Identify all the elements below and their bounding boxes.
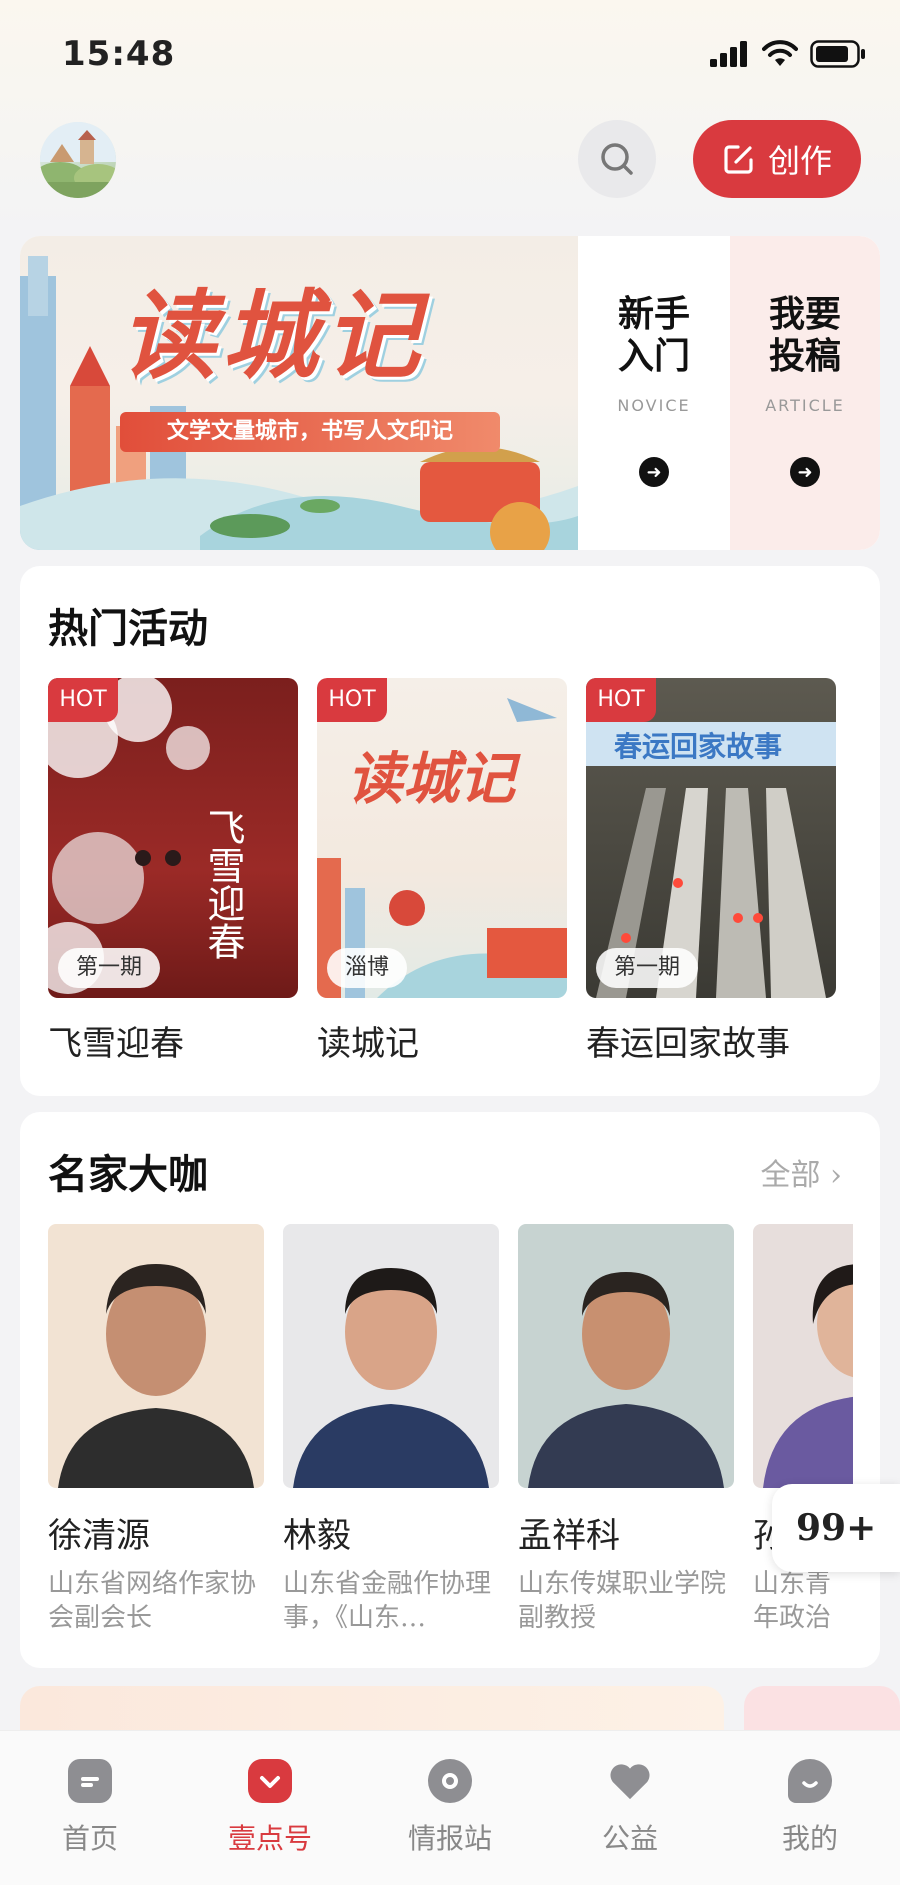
wifi-icon (762, 40, 798, 66)
master-name: 孟祥科 (518, 1516, 620, 1556)
portrait (763, 1264, 853, 1488)
signal-icon (710, 41, 747, 67)
banner-image[interactable]: 读城记 文学文量城市，书写人文印记 (20, 236, 578, 550)
master-desc: 山东省网络作家协会副会长 (48, 1569, 257, 1633)
section-title: 名家大咖 (48, 1151, 208, 1198)
novice-subtitle: NOVICE (617, 396, 691, 415)
chevron-right-icon: › (830, 1158, 842, 1193)
master-card[interactable]: 孙 山东青年政治学院文化传 (753, 1224, 853, 1635)
tab-label: 首页 (61, 1822, 118, 1855)
activity-name: 飞雪迎春 (48, 1024, 184, 1064)
header: 创作 (0, 110, 900, 210)
masters-section: 名家大咖 全部 › 徐清源 山东省网络作家协会副会长 林毅 山东省金融作协理事，… (20, 1112, 880, 1668)
edit-icon (724, 145, 753, 174)
novice-title: 新手 入门 (578, 294, 730, 378)
activity-name: 春运回家故事 (586, 1024, 790, 1064)
master-card[interactable]: 林毅 山东省金融作协理事，《山东… (283, 1224, 499, 1635)
create-button[interactable]: 创作 (693, 120, 861, 198)
issue-tag: 淄博 (327, 948, 408, 988)
master-photo (283, 1224, 499, 1488)
svg-text:飞雪迎春: 飞雪迎春 (201, 808, 245, 960)
master-desc: 山东传媒职业学院副教授 (518, 1569, 727, 1633)
tab-yidian[interactable]: 壹点号 (180, 1759, 360, 1857)
status-bar: 15:48 (0, 0, 900, 110)
status-time: 15:48 (62, 34, 176, 74)
create-label: 创作 (767, 142, 832, 180)
hot-badge: HOT (317, 678, 387, 722)
user-avatar[interactable] (40, 122, 116, 198)
master-photo (753, 1224, 853, 1488)
view-all-link[interactable]: 全部 › (760, 1150, 842, 1194)
issue-tag: 第一期 (596, 948, 699, 988)
avatar-image (40, 122, 116, 198)
master-card[interactable]: 孟祥科 山东传媒职业学院副教授 (518, 1224, 734, 1635)
master-photo (48, 1224, 264, 1488)
activity-poster: 读城记 HOT 淄博 (317, 678, 567, 998)
activity-card[interactable]: 读城记 HOT 淄博 读城记 (317, 678, 567, 1065)
arrow-right-icon: ➜ (790, 457, 820, 487)
master-name: 徐清源 (48, 1516, 150, 1556)
activity-card[interactable]: 飞雪迎春 HOT 第一期 飞雪迎春 (48, 678, 298, 1065)
portrait (58, 1264, 254, 1488)
section-title: 热门活动 (48, 605, 208, 652)
status-icons (710, 40, 866, 68)
novice-title-line2: 入门 (617, 336, 690, 377)
home-icon (68, 1759, 112, 1803)
hot-activities-section: 热门活动 飞雪迎春 HOT 第一期 飞雪迎春 读城记 HOT 淄博 读城记 春运… (20, 566, 880, 1096)
tab-charity[interactable]: 公益 (540, 1759, 720, 1857)
arrow-right-icon: ➜ (639, 457, 669, 487)
master-desc: 山东省金融作协理事，《山东… (283, 1569, 492, 1633)
portrait (528, 1272, 724, 1488)
tab-profile[interactable]: 我的 (720, 1759, 900, 1857)
tab-label: 壹点号 (227, 1822, 312, 1855)
novice-title-line1: 新手 (617, 294, 690, 335)
svg-text:春运回家故事: 春运回家故事 (614, 730, 782, 763)
banner-subtitle: 文学文量城市，书写人文印记 (120, 412, 500, 452)
portrait (293, 1268, 489, 1488)
master-card[interactable]: 徐清源 山东省网络作家协会副会长 (48, 1224, 264, 1635)
article-title: 我要 投稿 (730, 294, 880, 378)
activity-poster: 飞雪迎春 HOT 第一期 (48, 678, 298, 998)
tab-info-station[interactable]: 情报站 (360, 1759, 540, 1857)
article-subtitle: ARTICLE (765, 396, 845, 415)
activity-card[interactable]: 春运回家故事 HOT 第一期 春运回家故事 (586, 678, 836, 1065)
activity-name: 读城记 (317, 1024, 419, 1064)
view-all-label: 全部 (760, 1158, 821, 1193)
master-name: 林毅 (283, 1516, 351, 1556)
yidian-icon (248, 1759, 292, 1803)
profile-icon (788, 1759, 832, 1803)
activity-poster: 春运回家故事 HOT 第一期 (586, 678, 836, 998)
novice-entry[interactable]: 新手 入门 NOVICE ➜ (578, 236, 730, 550)
search-button[interactable] (578, 120, 656, 198)
tab-label: 公益 (601, 1822, 658, 1855)
tab-home[interactable]: 首页 (0, 1759, 180, 1857)
hot-badge: HOT (48, 678, 118, 722)
banner: 读城记 文学文量城市，书写人文印记 新手 入门 NOVICE ➜ 我要 投稿 A… (20, 236, 880, 550)
hot-badge: HOT (586, 678, 656, 722)
heart-icon (608, 1759, 652, 1803)
info-station-icon (428, 1759, 472, 1803)
article-title-line1: 我要 (768, 294, 841, 335)
issue-tag: 第一期 (58, 948, 161, 988)
master-desc: 山东青年政治学院文化传 (753, 1569, 832, 1633)
message-count-badge[interactable]: 99+ (772, 1484, 900, 1572)
battery-icon (810, 40, 865, 68)
banner-title: 读城记 (120, 279, 426, 392)
bottom-tab-bar: 首页 壹点号 情报站 公益 我的 (0, 1730, 900, 1885)
tab-label: 情报站 (407, 1822, 492, 1855)
article-entry[interactable]: 我要 投稿 ARTICLE ➜ (730, 236, 880, 550)
search-icon (601, 143, 633, 175)
article-title-line2: 投稿 (768, 336, 841, 377)
master-photo (518, 1224, 734, 1488)
svg-text:读城记: 读城记 (347, 746, 521, 812)
tab-label: 我的 (781, 1822, 838, 1855)
